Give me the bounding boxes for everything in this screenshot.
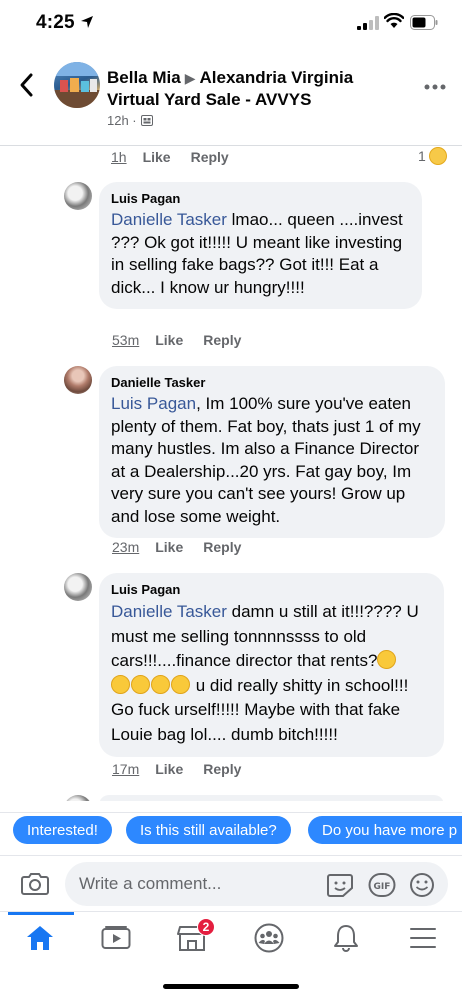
comment-author[interactable]: Luis Pagan [111,191,410,206]
comment-actions: 23m Like Reply [112,539,261,555]
location-arrow-icon [81,16,93,28]
quick-reply-bar: Interested! Is this still available? Do … [0,812,462,848]
reaction-count: 1 [418,148,426,164]
haha-reaction-icon [428,147,447,165]
comment-text: Danielle Tasker lmao... queen ....invest… [111,209,410,299]
hamburger-menu-icon [410,928,436,948]
tab-marketplace[interactable]: 2 [175,918,215,954]
post-time: 12h · [107,113,137,128]
comment-actions: 53m Like Reply [112,332,261,348]
battery-icon [410,15,438,30]
public-group-icon [140,115,153,126]
avatar[interactable] [64,795,92,801]
tab-groups[interactable] [252,922,286,954]
svg-text:GIF: GIF [374,882,391,892]
back-arrow-icon[interactable] [16,72,38,98]
comment-time[interactable]: 1h [111,149,127,165]
like-button[interactable]: Like [155,761,183,777]
camera-icon[interactable] [21,871,49,895]
triangle-arrow-icon: ▶ [184,70,196,86]
home-icon [27,926,53,950]
poster-name[interactable]: Bella Mia [107,68,181,87]
comment-composer: GIF [0,855,462,911]
avatar[interactable] [64,573,92,601]
comment-body: , Im 100% sure you've eaten plenty of th… [111,394,421,526]
post-title[interactable]: Bella Mia ▶ Alexandria Virginia Virtual Ya… [107,67,407,111]
comment-author[interactable]: Luis Pagan [111,582,432,597]
mention-link[interactable]: Danielle Tasker [111,602,227,621]
comment-author[interactable]: Danielle Tasker [111,375,433,390]
watch-video-icon [101,926,131,949]
avatar[interactable] [64,182,92,210]
mention-link[interactable]: Luis Pagan [111,394,196,413]
active-tab-indicator [8,912,74,915]
more-options-icon[interactable] [424,84,446,90]
post-header: Bella Mia ▶ Alexandria Virginia Virtual Ya… [0,50,462,146]
reply-button[interactable]: Reply [203,539,241,555]
tab-menu[interactable] [406,922,440,954]
status-bar: 4:25 [0,0,462,50]
thinking-face-emoji-icon [131,674,150,694]
reply-button[interactable]: Reply [203,761,241,777]
cellular-signal-icon [357,16,379,30]
group-avatar[interactable] [54,62,100,108]
reaction-summary[interactable]: 1 [418,147,447,165]
comment-bubble: Luis Pagan Danielle Tasker lmao... queen… [99,182,422,309]
sticker-icon[interactable] [326,872,354,898]
gif-icon[interactable]: GIF [368,872,396,898]
comment-time[interactable]: 23m [112,539,139,555]
comment-bubble: Luis Pagan Danielle Tasker damn u still … [99,573,444,757]
post-meta: 12h · [107,113,153,128]
quick-reply-chip[interactable]: Is this still available? [126,816,291,844]
emoji-icon[interactable] [408,872,436,898]
home-indicator[interactable] [163,984,299,989]
quick-reply-chip[interactable]: Interested! [13,816,112,844]
tab-notifications[interactable] [329,922,363,954]
quick-reply-chip[interactable]: Do you have more p [308,816,462,844]
tab-home[interactable] [23,922,57,954]
comment-bubble [99,795,444,801]
thinking-face-emoji-icon [377,650,397,669]
group-photo-icon [54,62,100,108]
thinking-face-emoji-icon [111,674,130,694]
previous-comment-actions: 1h Like Reply [111,149,249,165]
comments-thread: 1h Like Reply 1 Luis Pagan Danielle Task… [0,147,462,801]
comment-text: Luis Pagan, Im 100% sure you've eaten pl… [111,393,433,528]
status-time: 4:25 [36,12,75,33]
groups-icon [254,923,284,953]
avatar[interactable] [64,366,92,394]
thinking-face-emoji-icon [171,674,190,694]
bell-icon [334,925,358,952]
bottom-tab-bar: 2 [0,911,462,963]
reply-button[interactable]: Reply [203,332,241,348]
mention-link[interactable]: Danielle Tasker [111,210,227,229]
comment-actions: 17m Like Reply [112,761,261,777]
reply-button[interactable]: Reply [191,149,229,165]
thinking-face-emoji-icon [151,674,170,694]
like-button[interactable]: Like [143,149,171,165]
comment-time[interactable]: 17m [112,761,139,777]
like-button[interactable]: Like [155,539,183,555]
like-button[interactable]: Like [155,332,183,348]
comment-time[interactable]: 53m [112,332,139,348]
notification-badge: 2 [197,918,215,936]
comment-text: Danielle Tasker damn u still at it!!!???… [111,600,432,747]
wifi-icon [384,13,404,28]
tab-watch[interactable] [99,922,133,954]
comment-bubble: Danielle Tasker Luis Pagan, Im 100% sure… [99,366,445,538]
